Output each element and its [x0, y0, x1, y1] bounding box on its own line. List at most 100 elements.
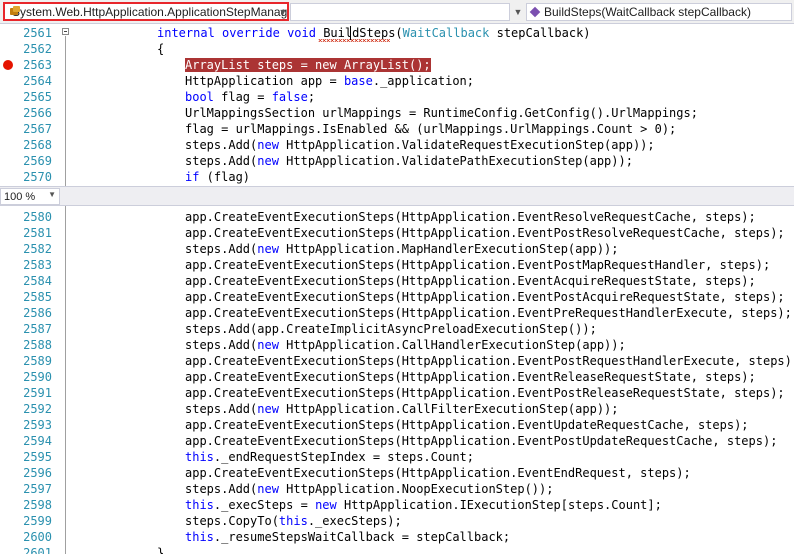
- text-cursor: [350, 26, 351, 40]
- code-token: ._execSteps =: [213, 498, 316, 512]
- keyword-token: void: [287, 26, 324, 40]
- line-number: 2569: [23, 154, 52, 168]
- type-selector-dropdown[interactable]: System.Web.HttpApplication.ApplicationSt…: [3, 2, 289, 21]
- code-line[interactable]: 2601}: [0, 545, 794, 554]
- keyword-token: this: [185, 450, 214, 464]
- line-number: 2583: [23, 258, 52, 272]
- code-line[interactable]: 2563 ArrayList steps = new ArrayList();: [0, 57, 794, 73]
- line-number: 2587: [23, 322, 52, 336]
- code-token: ._resumeStepsWaitCallback = stepCallback…: [213, 530, 511, 544]
- code-line[interactable]: 2570 if (flag): [0, 169, 794, 185]
- code-text: steps.Add(new HttpApplication.CallFilter…: [185, 401, 619, 417]
- code-token: HttpApplication app =: [185, 74, 344, 88]
- code-text: app.CreateEventExecutionSteps(HttpApplic…: [185, 385, 785, 401]
- keyword-token: bool: [185, 90, 214, 104]
- code-line[interactable]: 2588 steps.Add(new HttpApplication.CallHa…: [0, 337, 794, 353]
- code-token: HttpApplication.MapHandlerExecutionStep(…: [278, 242, 619, 256]
- code-token: ._execSteps);: [307, 514, 402, 528]
- code-token: HttpApplication.ValidateRequestExecution…: [278, 138, 655, 152]
- code-token: app.CreateEventExecutionSteps(HttpApplic…: [185, 386, 785, 400]
- code-text: steps.Add(new HttpApplication.CallHandle…: [185, 337, 626, 353]
- line-number: 2591: [23, 386, 52, 400]
- line-number: 2594: [23, 434, 52, 448]
- code-line[interactable]: 2566 UrlMappingsSection urlMappings = Run…: [0, 105, 794, 121]
- code-token: app.CreateEventExecutionSteps(HttpApplic…: [185, 274, 756, 288]
- code-line[interactable]: 2599 steps.CopyTo(this._execSteps);: [0, 513, 794, 529]
- code-line[interactable]: 2591 app.CreateEventExecutionSteps(HttpAp…: [0, 385, 794, 401]
- code-line[interactable]: 2597 steps.Add(new HttpApplication.NoopEx…: [0, 481, 794, 497]
- code-line[interactable]: 2600 this._resumeStepsWaitCallback = step…: [0, 529, 794, 545]
- code-text: this._execSteps = new HttpApplication.IE…: [185, 497, 662, 513]
- code-line[interactable]: 2594 app.CreateEventExecutionSteps(HttpAp…: [0, 433, 794, 449]
- line-number: 2590: [23, 370, 52, 384]
- member-selector-label: BuildSteps(WaitCallback stepCallback): [544, 5, 751, 19]
- code-line[interactable]: 2587 steps.Add(app.CreateImplicitAsyncPre…: [0, 321, 794, 337]
- code-line[interactable]: 2596 app.CreateEventExecutionSteps(HttpAp…: [0, 465, 794, 481]
- code-token: steps.Add(: [185, 402, 258, 416]
- code-text: app.CreateEventExecutionSteps(HttpApplic…: [185, 353, 794, 369]
- line-number: 2585: [23, 290, 52, 304]
- code-line[interactable]: 2561 internal override void BuildSteps(Wa…: [0, 25, 794, 41]
- code-token: stepCallback): [489, 26, 591, 40]
- code-token: app.CreateEventExecutionSteps(HttpApplic…: [185, 418, 749, 432]
- code-line[interactable]: 2590 app.CreateEventExecutionSteps(HttpAp…: [0, 369, 794, 385]
- code-line[interactable]: 2592 steps.Add(new HttpApplication.CallFi…: [0, 401, 794, 417]
- code-text: UrlMappingsSection urlMappings = Runtime…: [185, 105, 698, 121]
- code-line[interactable]: 2595 this._endRequestStepIndex = steps.Co…: [0, 449, 794, 465]
- code-line[interactable]: 2568 steps.Add(new HttpApplication.Valida…: [0, 137, 794, 153]
- code-line[interactable]: 2564 HttpApplication app = base._applicat…: [0, 73, 794, 89]
- code-line[interactable]: 2580 app.CreateEventExecutionSteps(HttpAp…: [0, 209, 794, 225]
- keyword-token: this: [185, 530, 214, 544]
- code-line[interactable]: 2582 steps.Add(new HttpApplication.MapHan…: [0, 241, 794, 257]
- line-number: 2582: [23, 242, 52, 256]
- code-text: ArrayList steps = new ArrayList();: [185, 57, 431, 73]
- chevron-down-icon[interactable]: ▼: [276, 4, 290, 20]
- line-number: 2599: [23, 514, 52, 528]
- line-number: 2565: [23, 90, 52, 104]
- code-line[interactable]: 2565 bool flag = false;: [0, 89, 794, 105]
- collapse-outline-icon[interactable]: [62, 28, 69, 35]
- code-text: steps.Add(app.CreateImplicitAsyncPreload…: [185, 321, 597, 337]
- code-line[interactable]: 2589 app.CreateEventExecutionSteps(HttpAp…: [0, 353, 794, 369]
- line-number: 2600: [23, 530, 52, 544]
- code-token: BuildSteps(: [323, 26, 403, 40]
- editor-splitter[interactable]: 100 % ▼: [0, 186, 794, 206]
- project-selector-dropdown[interactable]: [290, 3, 510, 21]
- code-text: app.CreateEventExecutionSteps(HttpApplic…: [185, 417, 749, 433]
- member-selector-dropdown[interactable]: BuildSteps(WaitCallback stepCallback): [526, 3, 792, 21]
- code-text: steps.Add(new HttpApplication.MapHandler…: [185, 241, 619, 257]
- code-editor-top-pane[interactable]: 2561 internal override void BuildSteps(Wa…: [0, 24, 794, 186]
- code-line[interactable]: 2598 this._execSteps = new HttpApplicatio…: [0, 497, 794, 513]
- code-line[interactable]: 2585 app.CreateEventExecutionSteps(HttpAp…: [0, 289, 794, 305]
- line-number: 2601: [23, 546, 52, 554]
- breakpoint-highlight: ArrayList steps = new ArrayList();: [185, 58, 431, 72]
- code-line[interactable]: 2581 app.CreateEventExecutionSteps(HttpAp…: [0, 225, 794, 241]
- code-token: app.CreateEventExecutionSteps(HttpApplic…: [185, 210, 756, 224]
- code-line[interactable]: 2586 app.CreateEventExecutionSteps(HttpAp…: [0, 305, 794, 321]
- keyword-token: if: [185, 170, 200, 184]
- code-line[interactable]: 2583 app.CreateEventExecutionSteps(HttpAp…: [0, 257, 794, 273]
- code-token: ;: [307, 90, 316, 104]
- code-line[interactable]: 2593 app.CreateEventExecutionSteps(HttpAp…: [0, 417, 794, 433]
- code-text: steps.CopyTo(this._execSteps);: [185, 513, 402, 529]
- code-token: app.CreateEventExecutionSteps(HttpApplic…: [185, 434, 778, 448]
- code-token: steps.Add(: [185, 242, 258, 256]
- code-line[interactable]: 2562 {: [0, 41, 794, 57]
- code-token: app.CreateEventExecutionSteps(HttpApplic…: [185, 290, 785, 304]
- chevron-down-icon[interactable]: ▼: [511, 4, 525, 20]
- code-line[interactable]: 2584 app.CreateEventExecutionSteps(HttpAp…: [0, 273, 794, 289]
- chevron-down-icon: ▼: [48, 190, 56, 199]
- line-number: 2567: [23, 122, 52, 136]
- line-number: 2561: [23, 26, 52, 40]
- code-line[interactable]: 2569 steps.Add(new HttpApplication.Valida…: [0, 153, 794, 169]
- code-editor-bottom-pane[interactable]: 2580 app.CreateEventExecutionSteps(HttpAp…: [0, 206, 794, 554]
- breakpoint-icon[interactable]: [3, 60, 13, 70]
- code-text: app.CreateEventExecutionSteps(HttpApplic…: [185, 209, 756, 225]
- code-text: this._endRequestStepIndex = steps.Count;: [185, 449, 474, 465]
- line-number: 2593: [23, 418, 52, 432]
- zoom-selector[interactable]: 100 % ▼: [0, 188, 60, 205]
- line-number: 2598: [23, 498, 52, 512]
- line-number: 2597: [23, 482, 52, 496]
- outline-guide: [65, 36, 66, 186]
- code-line[interactable]: 2567 flag = urlMappings.IsEnabled && (url…: [0, 121, 794, 137]
